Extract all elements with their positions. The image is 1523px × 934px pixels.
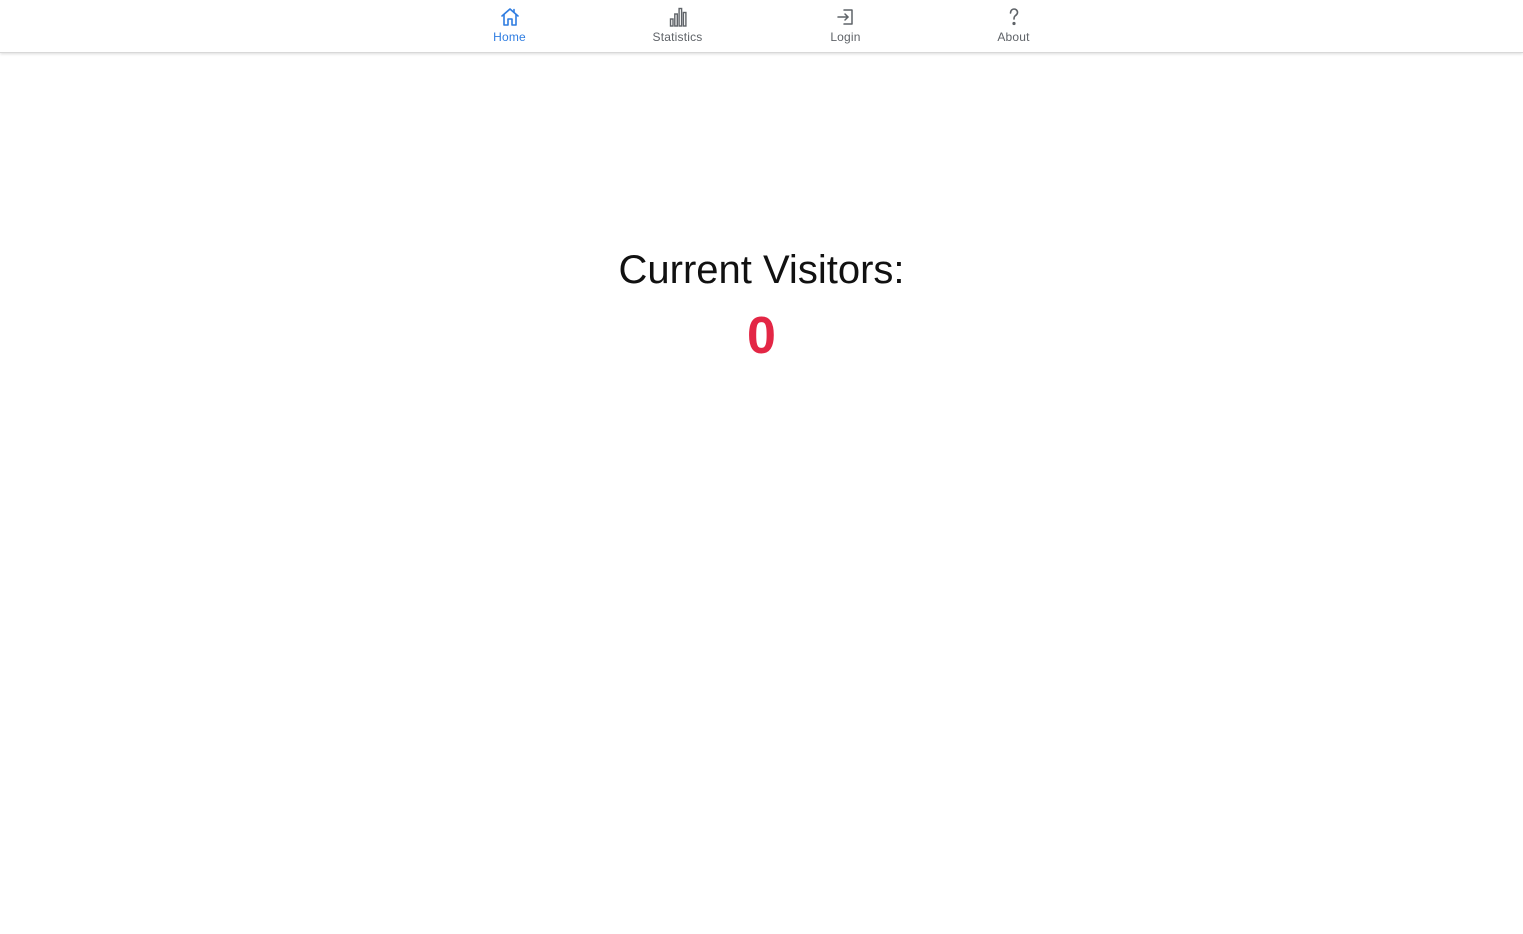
current-visitors-title: Current Visitors: (618, 248, 905, 292)
nav-label-about: About (997, 30, 1030, 44)
login-icon (835, 6, 857, 28)
bar-chart-icon (667, 6, 689, 28)
nav-label-home: Home (493, 30, 526, 44)
main-content: Current Visitors: 0 (0, 54, 1523, 934)
nav-item-home[interactable]: Home (426, 0, 594, 52)
nav-label-statistics: Statistics (652, 30, 703, 44)
nav-item-login[interactable]: Login (762, 0, 930, 52)
nav-item-statistics[interactable]: Statistics (594, 0, 762, 52)
home-icon (499, 6, 521, 28)
current-visitors-count: 0 (747, 307, 776, 365)
nav-item-about[interactable]: About (930, 0, 1098, 52)
nav-label-login: Login (830, 30, 861, 44)
question-mark-icon (1003, 6, 1025, 28)
top-navigation-bar: Home Statistics Login About (0, 0, 1523, 53)
